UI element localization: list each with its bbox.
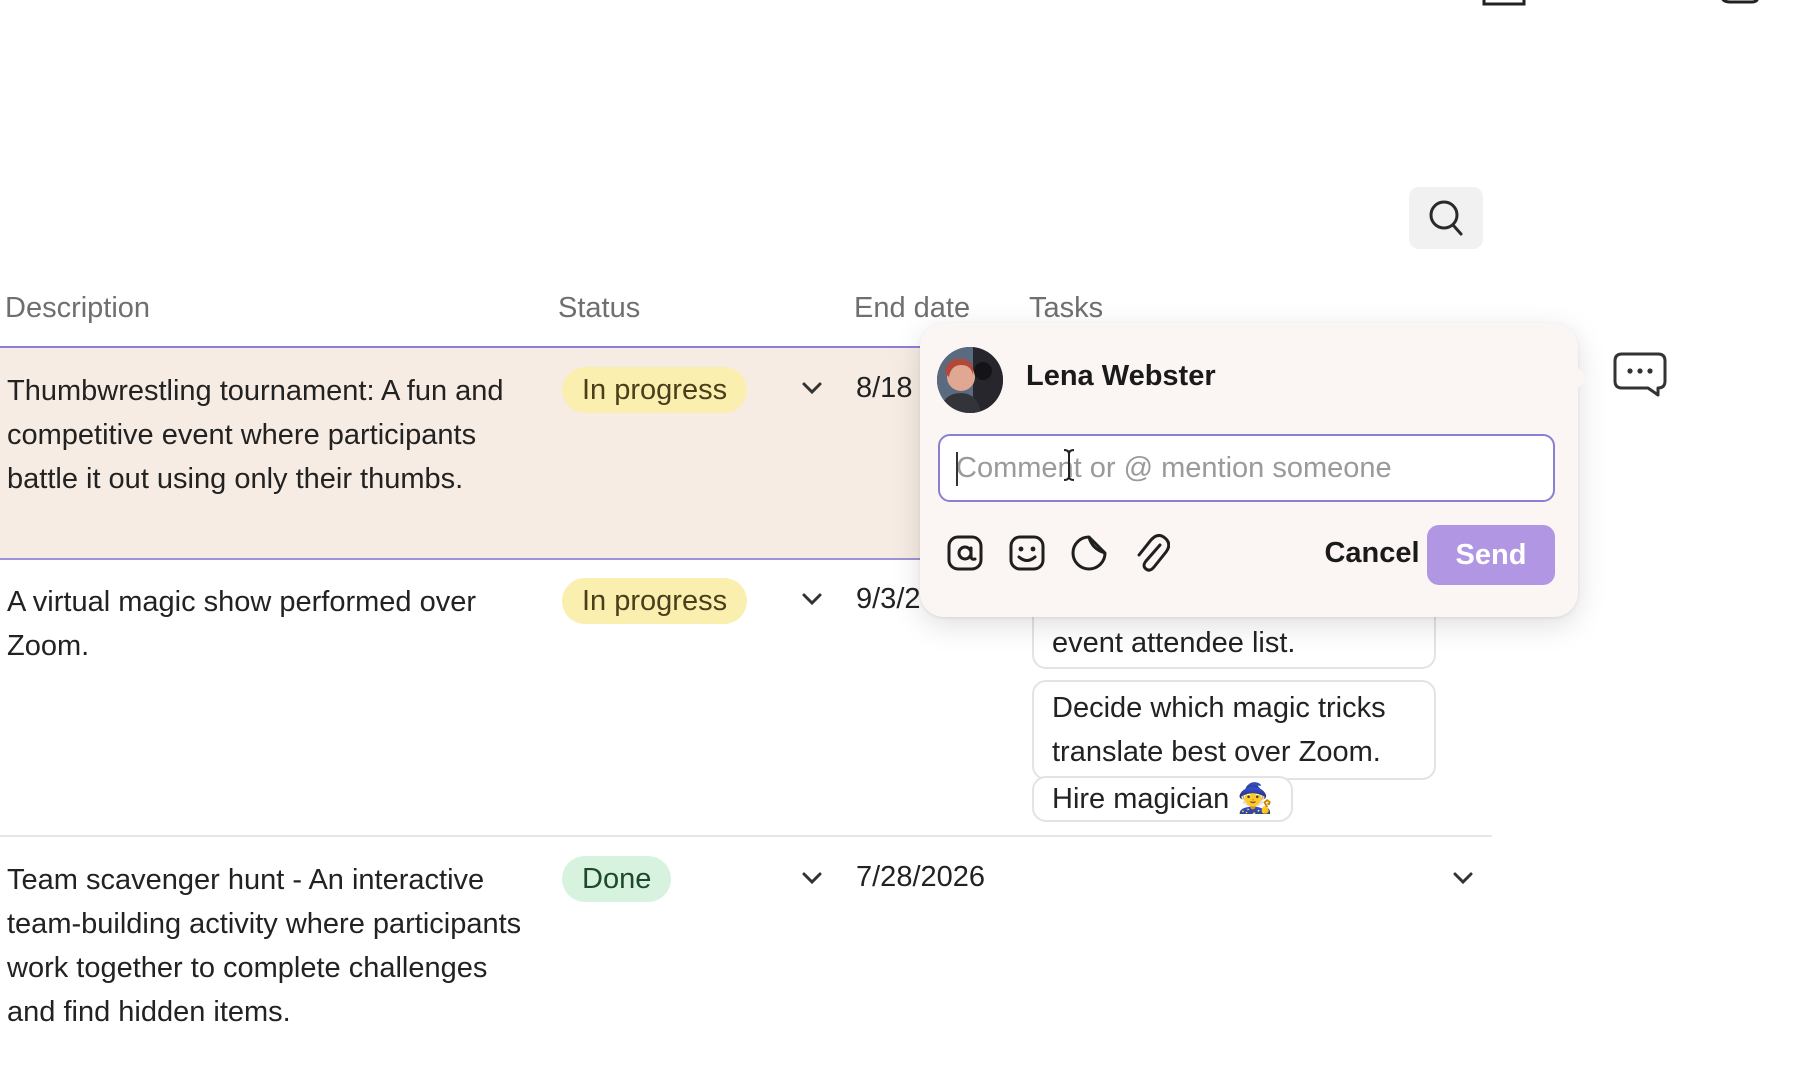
row-end-date[interactable]: 8/18	[856, 372, 912, 405]
search-icon	[1429, 200, 1463, 236]
column-header-status[interactable]: Status	[558, 292, 640, 325]
table-row[interactable]: Thumbwrestling tournament: A fun and com…	[0, 348, 920, 560]
cancel-button[interactable]: Cancel	[1302, 527, 1442, 579]
text-caret	[956, 452, 958, 486]
comment-popover: Lena Webster Comment or @ mention someon…	[920, 323, 1578, 617]
avatar	[937, 347, 1003, 413]
chevron-down-icon[interactable]	[800, 591, 824, 612]
row-description[interactable]: Team scavenger hunt - An interactive tea…	[7, 858, 527, 1034]
comment-user-name: Lena Webster	[1026, 360, 1216, 392]
text-cursor-icon	[1062, 448, 1076, 487]
tasks-expand-chevron-icon[interactable]	[1451, 870, 1475, 891]
task-chip[interactable]: event attendee list.	[1032, 617, 1436, 669]
chevron-down-icon[interactable]	[800, 380, 824, 401]
status-badge[interactable]: In progress	[562, 578, 748, 624]
row-description[interactable]: Thumbwrestling tournament: A fun and com…	[7, 369, 527, 501]
status-badge[interactable]: Done	[562, 856, 672, 902]
members-icon[interactable]	[1648, 0, 1688, 6]
row-description[interactable]: A virtual magic show performed over Zoom…	[7, 580, 527, 668]
comment-input[interactable]	[938, 434, 1555, 502]
emoji-icon[interactable]	[1006, 532, 1048, 574]
page: Description Status End date Tasks Thumbw…	[0, 0, 1816, 1080]
task-chip[interactable]: Decide which magic tricks translate best…	[1032, 680, 1436, 780]
table-view-icon[interactable]	[1480, 0, 1528, 8]
comments-icon[interactable]	[1718, 0, 1762, 8]
sticker-icon[interactable]	[1068, 532, 1110, 574]
send-button[interactable]: Send	[1427, 525, 1555, 585]
column-header-tasks[interactable]: Tasks	[1029, 292, 1103, 325]
attachment-icon[interactable]	[1130, 532, 1172, 574]
chat-bubble-icon	[1613, 352, 1667, 397]
chevron-down-icon[interactable]	[800, 870, 824, 891]
task-chip[interactable]: Hire magician 🧙	[1032, 776, 1294, 822]
row-end-date[interactable]: 9/3/2	[856, 583, 921, 616]
at-mention-icon[interactable]	[944, 532, 986, 574]
search-button[interactable]	[1409, 187, 1483, 249]
popover-pointer	[1572, 362, 1588, 394]
column-header-description[interactable]: Description	[5, 292, 150, 325]
comment-thread-button[interactable]	[1612, 351, 1668, 402]
table-row[interactable]: Team scavenger hunt - An interactive tea…	[0, 838, 1492, 1080]
status-badge[interactable]: In progress	[562, 367, 748, 413]
row-end-date[interactable]: 7/28/2026	[856, 861, 985, 894]
column-header-end-date[interactable]: End date	[854, 292, 970, 325]
